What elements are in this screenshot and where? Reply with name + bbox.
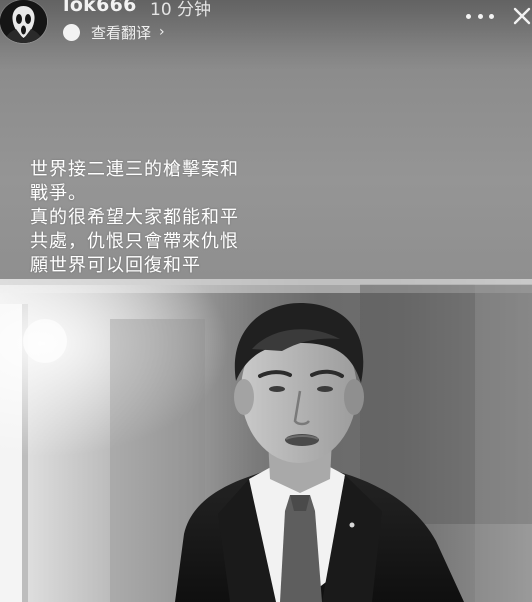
avatar[interactable] xyxy=(0,0,47,43)
see-translation-link[interactable]: 查看翻译 › xyxy=(63,20,165,44)
portrait-illustration xyxy=(0,279,532,602)
ghostface-mask-icon xyxy=(0,0,47,43)
caption-line: 戰爭。 xyxy=(30,183,87,204)
chevron-right-icon: › xyxy=(159,24,165,40)
caption-line: 共處，仇恨只會帶來仇恨 xyxy=(30,231,239,252)
caption-line: 真的很希望大家都能和平 xyxy=(30,207,239,228)
close-icon xyxy=(513,7,531,25)
translate-dot-icon xyxy=(63,23,80,41)
see-translation-label: 查看翻译 xyxy=(91,23,152,42)
caption-line: 願世界可以回復和平 xyxy=(30,255,201,276)
username[interactable]: lok666 xyxy=(63,0,137,16)
close-button[interactable] xyxy=(511,5,532,27)
story-caption: 世界接二連三的槍擊案和 戰爭。 真的很希望大家都能和平 共處，仇恨只會帶來仇恨 … xyxy=(30,158,270,278)
post-timestamp: 10 分钟 xyxy=(150,0,212,20)
more-options-button[interactable] xyxy=(466,9,494,23)
more-dot-icon xyxy=(466,13,471,19)
story-photo xyxy=(0,279,532,602)
story-viewer: lok666 10 分钟 查看翻译 › 世界接二連三的槍擊案和 戰爭。 真的很希… xyxy=(0,0,532,602)
more-dot-icon xyxy=(489,13,494,19)
more-dot-icon xyxy=(477,13,483,19)
caption-line: 世界接二連三的槍擊案和 xyxy=(30,159,239,180)
